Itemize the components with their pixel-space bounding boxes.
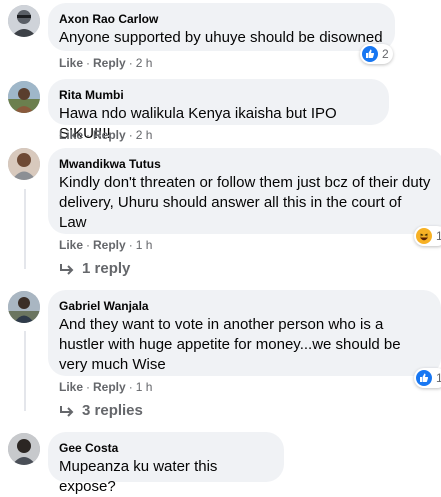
comment-text: And they want to vote in another person …: [59, 316, 401, 373]
like-link[interactable]: Like: [59, 380, 83, 394]
reaction-count: 1: [436, 229, 441, 243]
comment-actions: Like · Reply · 2 h: [59, 128, 153, 142]
comment-time[interactable]: 2 h: [136, 56, 153, 70]
view-replies-link[interactable]: 3 replies: [60, 401, 143, 421]
comment-text: Anyone supported by uhuye should be diso…: [59, 29, 383, 46]
avatar[interactable]: [8, 5, 40, 37]
comment-time[interactable]: 2 h: [136, 128, 153, 142]
reaction-badge[interactable]: 1: [414, 368, 441, 388]
comment-time[interactable]: 1 h: [136, 380, 153, 394]
avatar[interactable]: [8, 291, 40, 323]
reply-link[interactable]: Reply: [93, 238, 126, 252]
comment-author[interactable]: Rita Mumbi: [59, 87, 377, 103]
comment-bubble: Gabriel Wanjala And they want to vote in…: [48, 290, 441, 376]
comment-time[interactable]: 1 h: [136, 238, 153, 252]
comment-bubble: Rita Mumbi Hawa ndo walikula Kenya ikais…: [48, 79, 389, 142]
reply-link[interactable]: Reply: [93, 380, 126, 394]
comment-actions: Like · Reply · 1 h: [59, 238, 153, 252]
like-link[interactable]: Like: [59, 56, 83, 70]
reaction-badge[interactable]: 2: [360, 44, 393, 64]
comment-bubble: Mwandikwa Tutus Kindly don't threaten or…: [48, 148, 441, 234]
reply-link[interactable]: Reply: [93, 128, 126, 142]
like-icon: [362, 46, 378, 62]
comment-author[interactable]: Mwandikwa Tutus: [59, 156, 432, 172]
thread-line: [24, 331, 26, 411]
comment-author[interactable]: Gabriel Wanjala: [59, 298, 429, 314]
avatar[interactable]: [8, 81, 40, 113]
comment-bubble: Gee Costa Mupeanza ku water this expose?: [48, 432, 284, 495]
comment-text: Kindly don't threaten or follow them jus…: [59, 174, 431, 231]
replies-count[interactable]: 3 replies: [82, 401, 143, 421]
reply-link[interactable]: Reply: [93, 56, 126, 70]
replies-count[interactable]: 1 reply: [82, 259, 130, 279]
reply-arrow-icon: [60, 406, 74, 417]
like-link[interactable]: Like: [59, 128, 83, 142]
reaction-count: 1: [436, 371, 441, 385]
like-link[interactable]: Like: [59, 238, 83, 252]
comment-actions: Like · Reply · 2 h: [59, 56, 153, 70]
haha-icon: [416, 228, 432, 244]
avatar[interactable]: [8, 433, 40, 465]
comment-author[interactable]: Gee Costa: [59, 440, 272, 456]
reaction-badge[interactable]: 1: [414, 226, 441, 246]
view-replies-link[interactable]: 1 reply: [60, 259, 130, 279]
comment-actions: Like · Reply · 1 h: [59, 380, 153, 394]
thread-line: [24, 189, 26, 269]
like-icon: [416, 370, 432, 386]
comment-bubble: Axon Rao Carlow Anyone supported by uhuy…: [48, 3, 395, 51]
comment-text: Mupeanza ku water this expose?: [59, 458, 218, 495]
avatar[interactable]: [8, 148, 40, 180]
reply-arrow-icon: [60, 264, 74, 275]
reaction-count: 2: [382, 47, 389, 61]
comment-author[interactable]: Axon Rao Carlow: [59, 11, 383, 27]
